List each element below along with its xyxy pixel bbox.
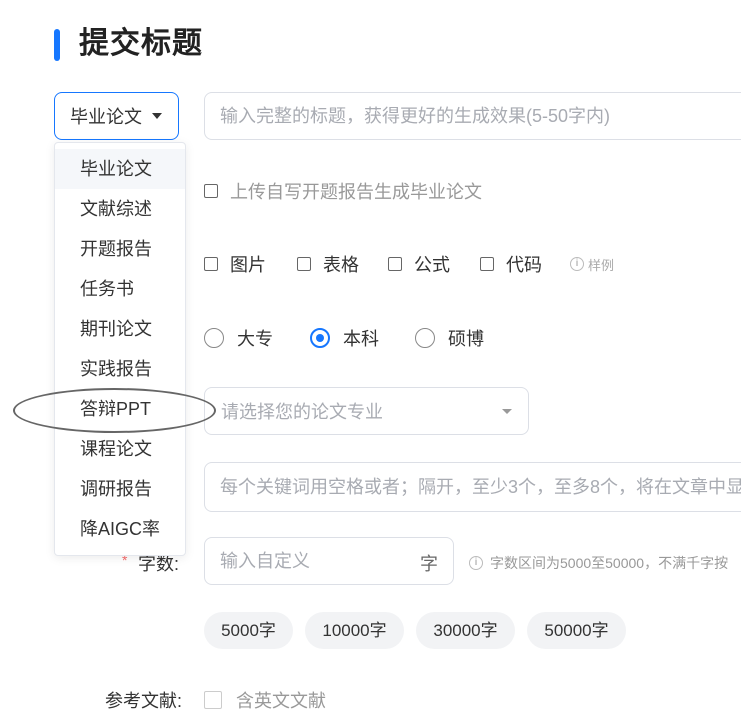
radio-label: 硕博 [448,329,484,349]
checkbox-box[interactable] [297,257,311,271]
upload-option-row: 上传自写开题报告生成毕业论文 [204,178,482,204]
dropdown-item-task-book[interactable]: 任务书 [55,269,185,309]
title-input[interactable] [204,92,741,140]
word-count-input[interactable] [205,539,405,583]
caret-down-icon [152,113,162,119]
option-table-checkbox[interactable]: 表格 [297,251,359,277]
word-count-hint: i 字数区间为5000至50000，不满千字按 [469,553,728,573]
content-options-row: 图片 表格 公式 代码 i 样例 [204,251,614,277]
degree-radio-bachelor[interactable]: 本科 [310,325,379,351]
option-label: 图片 [230,255,266,275]
word-count-suffix: 字 [420,554,438,574]
word-count-field: 字 [204,537,454,585]
checkbox-box[interactable] [480,257,494,271]
degree-radio-group: 大专 本科 硕博 [204,325,484,351]
major-select[interactable]: 请选择您的论文专业 [204,387,529,435]
example-link[interactable]: i 样例 [570,255,614,274]
info-icon: i [570,257,584,271]
paper-type-dropdown: 毕业论文 文献综述 开题报告 任务书 期刊论文 实践报告 答辩PPT 课程论文 … [54,142,186,556]
checkbox-box[interactable] [204,184,218,198]
preset-5000-button[interactable]: 5000字 [204,612,293,649]
radio-label: 本科 [343,329,379,349]
radio-circle[interactable] [415,328,435,348]
radio-circle-checked[interactable] [310,328,330,348]
english-refs-label: 含英文文献 [236,691,326,711]
dropdown-item-journal-paper[interactable]: 期刊论文 [55,309,185,349]
option-label: 代码 [506,255,542,275]
word-count-hint-text: 字数区间为5000至50000，不满千字按 [490,555,729,571]
degree-radio-graduate[interactable]: 硕博 [415,325,484,351]
preset-50000-button[interactable]: 50000字 [527,612,626,649]
checkbox-box[interactable] [204,257,218,271]
paper-type-select[interactable]: 毕业论文 [54,92,179,140]
info-icon: i [469,556,483,570]
caret-down-icon [502,409,512,414]
option-label: 表格 [323,255,359,275]
english-refs-checkbox[interactable]: 含英文文献 [204,687,326,713]
page-title: 提交标题 [79,27,203,60]
checkbox-box[interactable] [204,691,222,709]
dropdown-item-literature-review[interactable]: 文献综述 [55,189,185,229]
upload-proposal-checkbox[interactable]: 上传自写开题报告生成毕业论文 [204,178,482,204]
dropdown-item-reduce-aigc[interactable]: 降AIGC率 [55,509,185,549]
degree-radio-associate[interactable]: 大专 [204,325,273,351]
option-code-checkbox[interactable]: 代码 [480,251,542,277]
preset-10000-button[interactable]: 10000字 [305,612,404,649]
title-accent-bar [54,29,60,61]
checkbox-box[interactable] [388,257,402,271]
dropdown-item-defense-ppt[interactable]: 答辩PPT [55,389,185,429]
dropdown-item-survey-report[interactable]: 调研报告 [55,469,185,509]
radio-label: 大专 [237,329,273,349]
major-placeholder: 请选择您的论文专业 [221,402,383,422]
keywords-input[interactable] [204,462,741,512]
dropdown-item-proposal-report[interactable]: 开题报告 [55,229,185,269]
option-image-checkbox[interactable]: 图片 [204,251,266,277]
dropdown-item-practice-report[interactable]: 实践报告 [55,349,185,389]
radio-circle[interactable] [204,328,224,348]
dropdown-item-course-paper[interactable]: 课程论文 [55,429,185,469]
preset-30000-button[interactable]: 30000字 [416,612,515,649]
upload-option-label: 上传自写开题报告生成毕业论文 [230,182,482,202]
paper-type-value: 毕业论文 [70,107,142,127]
dropdown-item-graduation-thesis[interactable]: 毕业论文 [55,149,185,189]
option-formula-checkbox[interactable]: 公式 [388,251,450,277]
option-label: 公式 [414,255,450,275]
example-label: 样例 [588,257,615,273]
references-label: 参考文献: [105,691,183,711]
